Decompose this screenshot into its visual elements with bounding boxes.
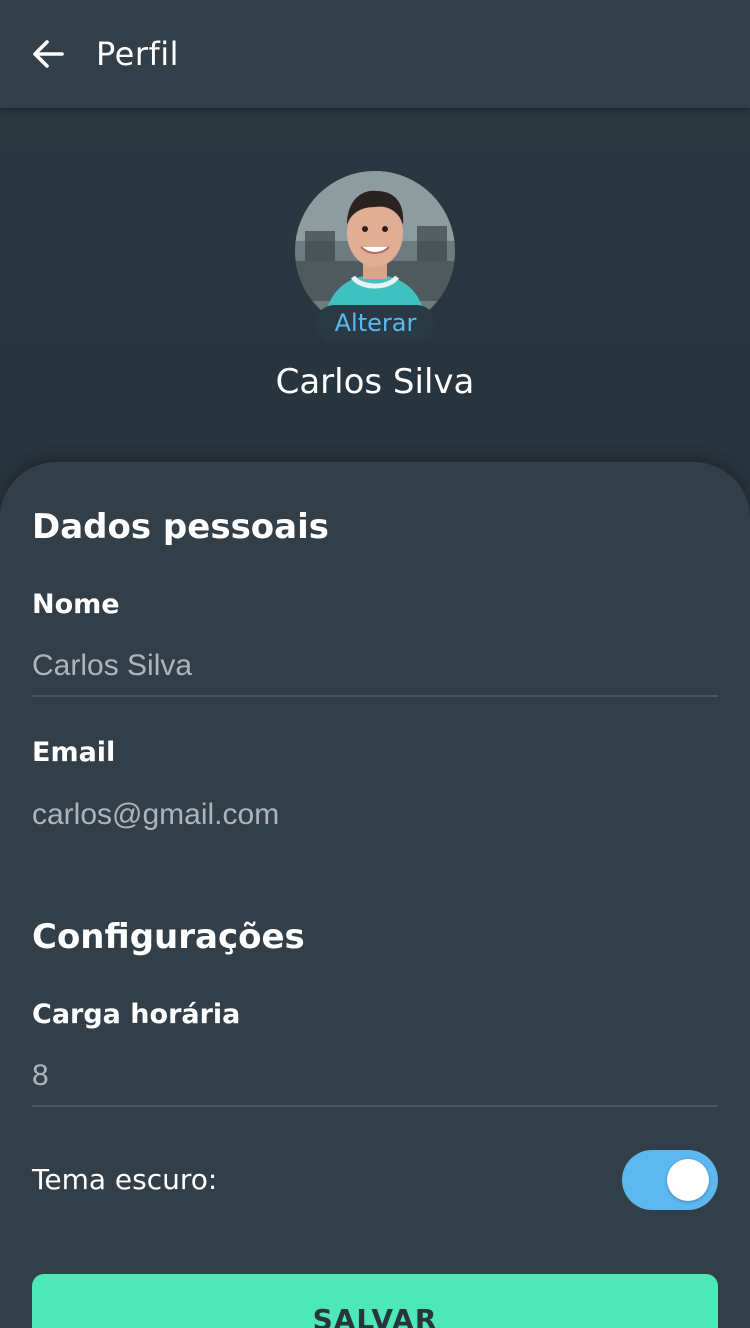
settings-title: Configurações [32,917,305,957]
back-button[interactable] [24,30,72,78]
email-label: Email [32,737,116,768]
toggle-knob [667,1159,709,1201]
app-header: Perfil [0,0,750,108]
dark-theme-label: Tema escuro: [32,1163,218,1196]
save-button[interactable]: SALVAR [32,1274,718,1328]
avatar-container: Alterar [295,171,455,341]
workload-label: Carga horária [32,999,241,1030]
workload-field[interactable] [32,1047,718,1107]
arrow-left-icon [33,40,64,68]
personal-data-title: Dados pessoais [32,507,330,547]
name-field[interactable] [32,637,718,697]
dark-theme-toggle[interactable] [622,1150,718,1210]
profile-name: Carlos Silva [275,362,475,402]
profile-screen: Perfil Alterar Carlos Silva Dados pessoa… [0,0,750,1328]
change-photo-button[interactable]: Alterar [316,305,435,341]
page-title: Perfil [96,35,180,73]
name-label: Nome [32,589,120,620]
email-field[interactable] [32,785,718,845]
profile-form-card: Dados pessoais Nome Email Configurações … [0,462,750,1328]
